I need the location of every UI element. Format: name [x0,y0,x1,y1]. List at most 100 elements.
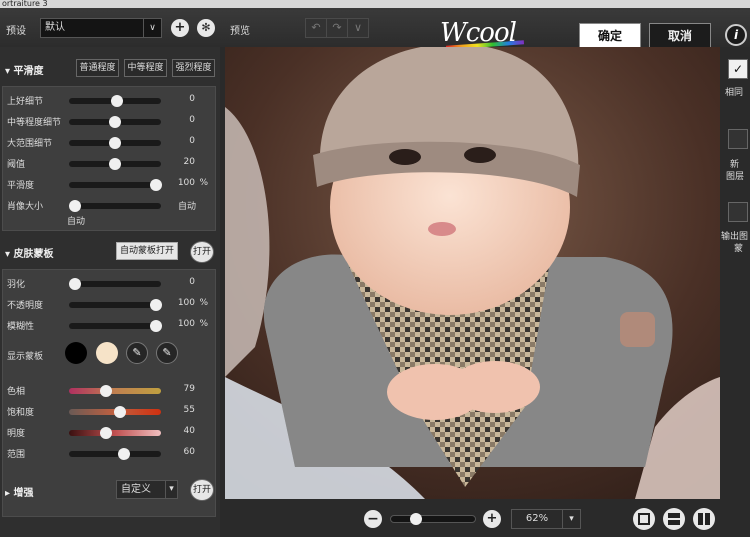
slider-label: 中等程度细节 [7,118,62,128]
enhance-select[interactable]: 自定义 ▾ [116,480,178,499]
info-icon[interactable]: i [725,24,747,46]
slider-value: 79 [183,384,195,394]
auto-mask-button[interactable]: 自动蒙板打开 [116,242,178,260]
skin-color-swatch[interactable] [96,342,118,364]
slider-label: 不透明度 [7,301,44,311]
slider-knob[interactable] [150,320,163,332]
same-layer-label: 相同 [725,88,744,98]
split-vertical-icon [698,513,703,525]
slider-knob[interactable] [99,385,112,397]
slider-unit: % [199,298,208,308]
slider-knob[interactable] [113,406,126,418]
auto-label: 自动 [67,217,86,227]
zoom-slider-track[interactable] [390,513,476,525]
chevron-down-icon: ▾ [165,481,177,498]
cancel-button[interactable]: 取消 [649,23,711,49]
zoom-slider-knob[interactable] [410,513,423,525]
preset-normal-button[interactable]: 普通程度 [76,59,119,77]
preset-label: 预设 [6,26,26,37]
redo-icon[interactable]: ↷ [327,19,348,37]
zoom-in-button[interactable]: + [483,510,501,528]
eyedropper-icon[interactable]: ✎ [126,342,148,364]
slider-value: 0 [189,277,195,287]
slider-knob[interactable] [118,448,131,460]
slider-value: 100 [177,178,195,188]
hue-slider-track[interactable] [69,385,161,397]
enhance-header[interactable]: ▸ 增强 自定义 ▾ 打开 [0,479,220,501]
split-horizontal-button[interactable] [663,508,685,530]
show-mask-label: 显示蒙板 [7,352,44,362]
slider-track[interactable] [69,137,161,149]
slider-track[interactable] [69,299,163,311]
slider-row: 上好细节 0 [3,90,217,111]
same-layer-checkbox[interactable]: ✓ [728,59,748,79]
slider-row: 模糊性 100 % [3,315,217,336]
ok-button[interactable]: 确定 [579,23,641,49]
new-layer-checkbox[interactable] [728,129,748,149]
split-horizontal-icon-lower [668,520,680,525]
single-view-icon [638,513,650,525]
triangle-down-icon: ▾ [5,249,14,260]
slider-label: 羽化 [7,280,26,290]
slider-label: 肖像大小 [7,202,44,212]
mask-color-swatch-black[interactable] [65,342,87,364]
chevron-down-icon: ▾ [562,510,580,528]
smoothing-header[interactable]: ▾ 平滑度 普通程度 中等程度 强烈程度 [0,57,220,79]
top-toolbar: 预设 默认 ∨ + ✻ 预览 ↶ ↷ ∨ Wcool 确定 取消 i [0,8,750,50]
range-slider-track[interactable] [69,448,161,460]
slider-value: 自动 [178,202,197,212]
eyedropper-plus-icon[interactable]: ✎ [156,342,178,364]
undo-icon[interactable]: ↶ [306,19,327,37]
enhance-open-button[interactable]: 打开 [190,479,214,501]
preview-canvas[interactable] [225,47,720,499]
bottom-toolbar: − + 62% ▾ [225,499,720,537]
single-view-button[interactable] [633,508,655,530]
split-horizontal-icon [668,513,680,518]
slider-track[interactable] [69,158,161,170]
slider-knob[interactable] [109,116,121,128]
preset-value: 默认 [45,22,65,33]
output-mask-checkbox[interactable] [728,202,748,222]
preset-medium-button[interactable]: 中等程度 [124,59,167,77]
preset-strong-button[interactable]: 强烈程度 [172,59,215,77]
slider-track[interactable] [69,179,163,191]
chevron-down-icon: ∨ [143,19,161,37]
slider-knob[interactable] [109,137,121,149]
saturation-slider-track[interactable] [69,406,161,418]
slider-track[interactable] [68,200,161,212]
slider-track[interactable] [68,278,161,290]
brightness-slider-track[interactable] [69,427,161,439]
slider-knob[interactable] [99,427,112,439]
zoom-select[interactable]: 62% ▾ [511,509,581,529]
slider-track[interactable] [69,320,163,332]
slider-label: 上好细节 [7,97,44,107]
slider-knob[interactable] [109,158,121,170]
split-vertical-button[interactable] [693,508,715,530]
history-dropdown-icon[interactable]: ∨ [348,19,368,37]
slider-row: 羽化 0 [3,273,217,294]
slider-track[interactable] [69,116,161,128]
left-panel: ▾ 平滑度 普通程度 中等程度 强烈程度 上好细节 0 中等程度细节 0 大范围… [0,47,220,537]
add-preset-button[interactable]: + [171,19,189,37]
slider-knob[interactable] [110,95,123,107]
slider-knob[interactable] [150,179,163,191]
color-slider-row: 色相 79 [3,380,217,401]
color-slider-row: 范围 60 [3,443,217,464]
color-slider-row: 饱和度 55 [3,401,217,422]
zoom-value: 62% [525,513,549,524]
preset-select[interactable]: 默认 ∨ [40,18,162,38]
minus-icon: − [367,511,379,527]
zoom-out-button[interactable]: − [364,510,382,528]
slider-value: 0 [189,136,195,146]
slider-knob[interactable] [150,299,163,311]
slider-track[interactable] [69,95,161,107]
slider-knob[interactable] [68,200,81,212]
skin-mask-open-button[interactable]: 打开 [190,241,214,263]
smoothing-title: 平滑度 [13,66,44,77]
slider-knob[interactable] [68,278,81,290]
slider-label: 色相 [7,387,26,397]
color-slider-row: 明度 40 [3,422,217,443]
settings-button[interactable]: ✻ [197,19,215,37]
skin-mask-header[interactable]: ▾ 皮肤蒙板 自动蒙板打开 打开 [0,240,220,263]
slider-value: 60 [183,447,195,457]
